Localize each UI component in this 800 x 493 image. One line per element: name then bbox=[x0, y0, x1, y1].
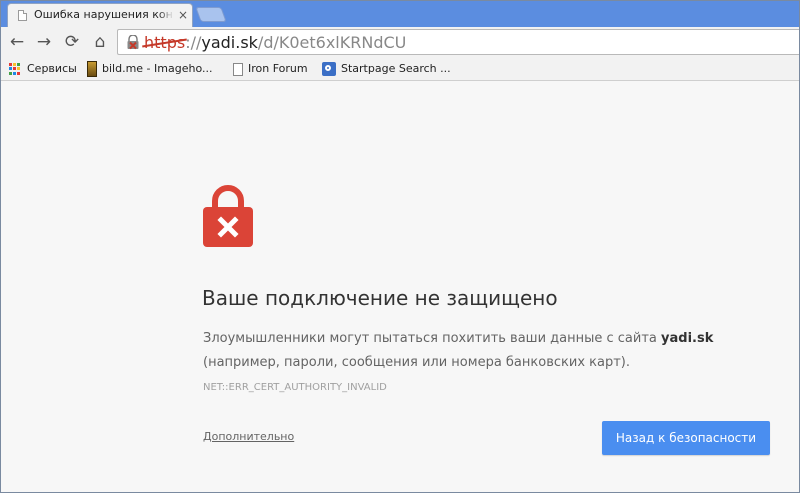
insecure-lock-icon[interactable] bbox=[126, 35, 140, 50]
site-host: yadi.sk bbox=[661, 331, 714, 346]
tab-title: Ошибка нарушения кон bbox=[34, 8, 172, 21]
reload-icon[interactable]: ⟳ bbox=[62, 32, 82, 52]
tab-strip: Ошибка нарушения кон × bbox=[1, 1, 799, 27]
home-icon[interactable]: ⌂ bbox=[90, 32, 110, 52]
bookmark-apps[interactable]: Сервисы bbox=[9, 60, 77, 78]
bookmark-label: Startpage Search ... bbox=[341, 62, 451, 75]
toolbar: ← → ⟳ ⌂ https://yadi.sk/d/K0et6xlKRNdCU bbox=[1, 27, 799, 57]
error-code: NET::ERR_CERT_AUTHORITY_INVALID bbox=[203, 382, 387, 393]
forward-arrow-icon[interactable]: → bbox=[34, 32, 54, 52]
page-icon bbox=[233, 62, 243, 76]
tab-title-fade bbox=[158, 6, 174, 24]
apps-grid-icon bbox=[9, 63, 21, 75]
url-scheme: https bbox=[144, 33, 186, 52]
startpage-icon bbox=[322, 62, 336, 76]
bookmark-label: Сервисы bbox=[27, 62, 77, 75]
error-description: Злоумышленники могут пытаться похитить в… bbox=[203, 327, 783, 400]
url-path: /d/K0et6xlKRNdCU bbox=[257, 33, 407, 52]
lock-error-icon bbox=[203, 185, 253, 247]
description-text-cont: (например, пароли, сообщения или номера … bbox=[203, 355, 630, 370]
browser-window: Ошибка нарушения кон × ← → ⟳ ⌂ https://y… bbox=[0, 0, 800, 493]
tab-active[interactable]: Ошибка нарушения кон × bbox=[7, 3, 193, 27]
bookmarks-bar: Сервисы bild.me - Imageho... Iron Forum … bbox=[1, 57, 799, 81]
url-text: https://yadi.sk/d/K0et6xlKRNdCU bbox=[144, 33, 406, 52]
back-arrow-icon[interactable]: ← bbox=[7, 32, 27, 52]
url-host: yadi.sk bbox=[201, 33, 258, 52]
bookmark-startpage[interactable]: Startpage Search ... bbox=[322, 60, 451, 78]
back-to-safety-button[interactable]: Назад к безопасности bbox=[602, 421, 770, 455]
new-tab-button[interactable] bbox=[195, 7, 227, 22]
close-icon[interactable]: × bbox=[178, 7, 188, 23]
bookmark-bild[interactable]: bild.me - Imageho... bbox=[87, 60, 212, 78]
bookmark-iron-forum[interactable]: Iron Forum bbox=[233, 60, 308, 78]
url-separator: :// bbox=[185, 33, 202, 52]
interstitial-page: Ваше подключение не защищено Злоумышленн… bbox=[1, 81, 799, 492]
description-text: Злоумышленники могут пытаться похитить в… bbox=[203, 331, 662, 346]
advanced-link[interactable]: Дополнительно bbox=[203, 430, 294, 443]
page-icon bbox=[18, 10, 27, 21]
bild-icon bbox=[87, 61, 97, 77]
page-title: Ваше подключение не защищено bbox=[202, 286, 558, 310]
bookmark-label: Iron Forum bbox=[248, 62, 308, 75]
bookmark-label: bild.me - Imageho... bbox=[102, 62, 213, 75]
address-bar[interactable]: https://yadi.sk/d/K0et6xlKRNdCU bbox=[117, 29, 799, 55]
